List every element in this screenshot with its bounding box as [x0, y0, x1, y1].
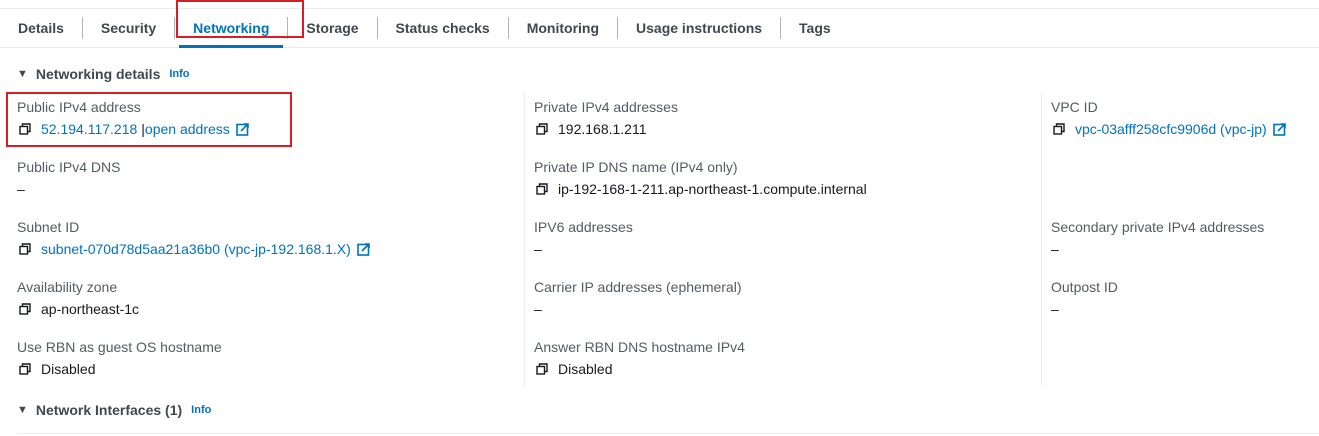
vpc-id-label: VPC ID	[1051, 99, 1098, 115]
caret-down-icon[interactable]: ▼	[17, 68, 28, 80]
private-ipv4-value: 192.168.1.211	[558, 121, 647, 137]
answer-rbn-label: Answer RBN DNS hostname IPv4	[534, 339, 745, 355]
private-ipv4-field: Private IPv4 addresses 192.168.1.211	[534, 98, 678, 138]
ipv6-label: IPV6 addresses	[534, 219, 633, 235]
carrier-ip-label: Carrier IP addresses (ephemeral)	[534, 279, 742, 295]
tab-monitoring[interactable]: Monitoring	[509, 17, 619, 39]
availability-zone-field: Availability zone ap-northeast-1c	[17, 278, 139, 318]
secondary-private-ipv4-label: Secondary private IPv4 addresses	[1051, 219, 1265, 235]
subnet-id-field: Subnet ID subnet-070d78d5aa21a36b0 (vpc-…	[17, 218, 370, 258]
private-dns-name-field: Private IP DNS name (IPv4 only) ip-192-1…	[534, 158, 867, 198]
private-dns-name-label: Private IP DNS name (IPv4 only)	[534, 159, 738, 175]
network-interfaces-info-link[interactable]: Info	[191, 404, 211, 416]
copy-icon[interactable]	[19, 243, 31, 255]
private-ipv4-label: Private IPv4 addresses	[534, 99, 678, 115]
external-link-icon[interactable]	[1273, 123, 1286, 136]
public-dns-value: –	[17, 181, 25, 197]
outpost-id-value: –	[1051, 301, 1059, 317]
secondary-private-ipv4-field: Secondary private IPv4 addresses –	[1051, 218, 1264, 258]
answer-rbn-field: Answer RBN DNS hostname IPv4 Disabled	[534, 338, 745, 378]
network-interfaces-header[interactable]: ▼ Network Interfaces (1) Info	[17, 402, 211, 418]
use-rbn-label: Use RBN as guest OS hostname	[17, 339, 222, 355]
tab-status-checks[interactable]: Status checks	[378, 17, 509, 39]
public-ipv4-value[interactable]: 52.194.117.218	[41, 120, 137, 138]
public-dns-field: Public IPv4 DNS –	[17, 158, 120, 198]
subnet-id-label: Subnet ID	[17, 219, 80, 235]
outpost-id-field: Outpost ID –	[1051, 278, 1118, 318]
vpc-id-field: VPC ID vpc-03afff258cfc9906d (vpc-jp)	[1051, 98, 1286, 138]
tab-usage-instructions[interactable]: Usage instructions	[618, 17, 782, 39]
column-divider	[1041, 92, 1042, 386]
public-dns-label: Public IPv4 DNS	[17, 159, 121, 175]
column-divider	[524, 92, 525, 386]
networking-tab-highlight-box	[176, 0, 304, 38]
network-interfaces-title: Network Interfaces (1)	[35, 402, 183, 418]
section-divider	[17, 433, 1319, 434]
use-rbn-field: Use RBN as guest OS hostname Disabled	[17, 338, 222, 378]
subnet-id-link[interactable]: subnet-070d78d5aa21a36b0 (vpc-jp-192.168…	[41, 240, 351, 258]
availability-zone-value: ap-northeast-1c	[41, 301, 140, 317]
carrier-ip-value: –	[534, 301, 542, 317]
ipv6-field: IPV6 addresses –	[534, 218, 633, 258]
public-ipv4-field: Public IPv4 address 52.194.117.218 | ope…	[17, 98, 249, 138]
public-ipv4-label: Public IPv4 address	[17, 99, 141, 115]
external-link-icon[interactable]	[357, 243, 370, 256]
tab-tags[interactable]: Tags	[781, 17, 849, 39]
networking-details-title: Networking details	[35, 66, 161, 82]
copy-icon[interactable]	[19, 123, 31, 135]
networking-details-header[interactable]: ▼ Networking details Info	[17, 66, 190, 82]
outpost-id-label: Outpost ID	[1051, 279, 1118, 295]
copy-icon[interactable]	[19, 303, 31, 315]
ipv6-value: –	[534, 241, 542, 257]
copy-icon[interactable]	[19, 363, 31, 375]
availability-zone-label: Availability zone	[17, 279, 118, 295]
carrier-ip-field: Carrier IP addresses (ephemeral) –	[534, 278, 742, 318]
copy-icon[interactable]	[1053, 123, 1065, 135]
caret-down-icon[interactable]: ▼	[17, 404, 28, 416]
answer-rbn-value: Disabled	[558, 361, 613, 377]
vpc-id-link[interactable]: vpc-03afff258cfc9906d (vpc-jp)	[1075, 120, 1267, 138]
secondary-private-ipv4-value: –	[1051, 241, 1059, 257]
copy-icon[interactable]	[536, 183, 548, 195]
networking-details-info-link[interactable]: Info	[169, 68, 189, 80]
use-rbn-value: Disabled	[41, 361, 96, 377]
tab-details[interactable]: Details	[0, 17, 83, 39]
copy-icon[interactable]	[536, 123, 548, 135]
external-link-icon[interactable]	[236, 123, 249, 136]
open-address-link[interactable]: open address	[145, 120, 230, 138]
copy-icon[interactable]	[536, 363, 548, 375]
tab-security[interactable]: Security	[83, 17, 176, 39]
private-dns-name-value: ip-192-168-1-211.ap-northeast-1.compute.…	[558, 181, 867, 197]
